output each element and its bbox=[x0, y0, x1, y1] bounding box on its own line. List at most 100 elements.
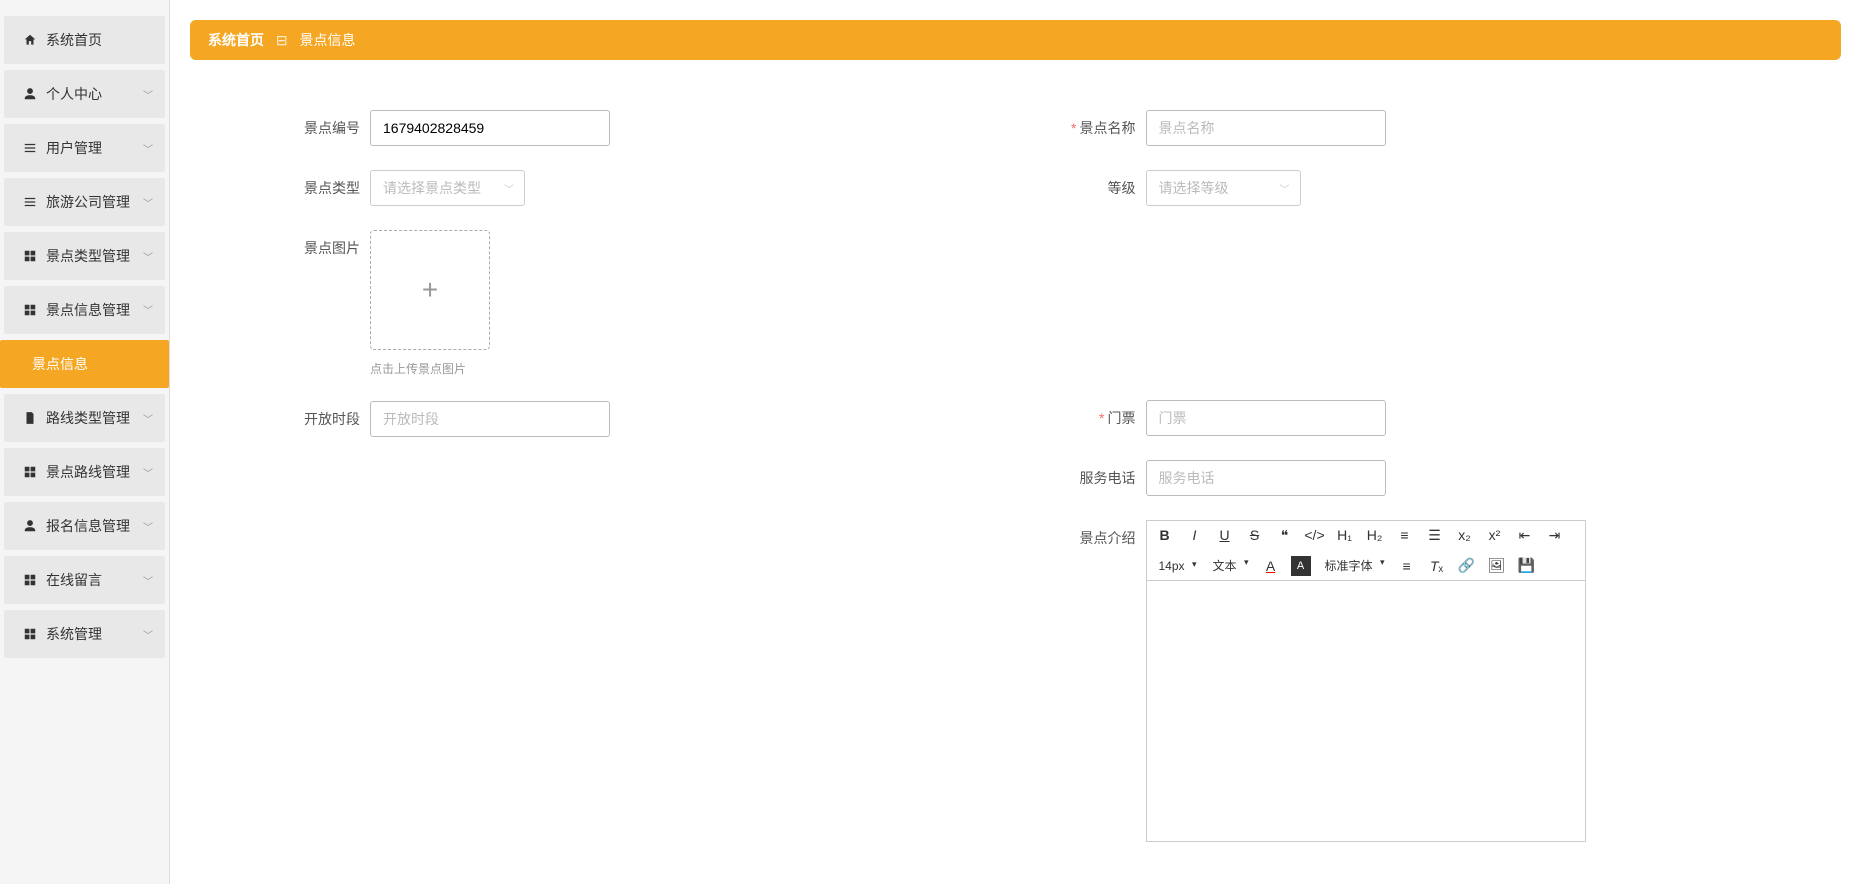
sidebar-item-label: 个人中心 bbox=[46, 84, 102, 104]
ticket-input[interactable] bbox=[1146, 400, 1386, 436]
sidebar-item-route-type-mgmt[interactable]: 路线类型管理 ﹀ bbox=[4, 394, 165, 442]
breadcrumb-current: 景点信息 bbox=[300, 32, 356, 48]
chevron-up-icon: ︿ bbox=[143, 303, 153, 318]
ticket-label: *门票 bbox=[1066, 400, 1146, 428]
strike-icon[interactable]: S bbox=[1245, 525, 1265, 545]
sidebar-item-label: 景点类型管理 bbox=[46, 246, 130, 266]
font-color-icon[interactable]: A bbox=[1261, 556, 1281, 576]
clear-format-icon[interactable]: Tₓ bbox=[1427, 556, 1447, 576]
upload-hint: 点击上传景点图片 bbox=[370, 360, 966, 377]
image-upload-box[interactable]: + bbox=[370, 230, 490, 350]
chevron-down-icon: ﹀ bbox=[504, 181, 514, 196]
user-icon bbox=[22, 518, 38, 534]
sidebar-item-label: 在线留言 bbox=[46, 570, 102, 590]
editor-body[interactable] bbox=[1147, 581, 1585, 841]
chevron-down-icon: ﹀ bbox=[143, 519, 153, 534]
format-select[interactable]: 文本 bbox=[1209, 555, 1251, 576]
font-size-select[interactable]: 14px bbox=[1155, 557, 1199, 575]
bold-icon[interactable]: B bbox=[1155, 525, 1175, 545]
intro-label: 景点介绍 bbox=[1066, 520, 1146, 548]
sidebar-item-label: 旅游公司管理 bbox=[46, 192, 130, 212]
save-icon[interactable]: 💾 bbox=[1517, 556, 1537, 576]
breadcrumb-sep: ⊟ bbox=[276, 32, 288, 48]
chevron-down-icon: ﹀ bbox=[143, 195, 153, 210]
list-icon bbox=[22, 140, 38, 156]
open-time-input[interactable] bbox=[370, 401, 610, 437]
ordered-list-icon[interactable]: ≡ bbox=[1395, 525, 1415, 545]
spot-type-placeholder: 请选择景点类型 bbox=[383, 178, 481, 198]
italic-icon[interactable]: I bbox=[1185, 525, 1205, 545]
breadcrumb: 系统首页 ⊟ 景点信息 bbox=[190, 20, 1841, 60]
h2-icon[interactable]: H₂ bbox=[1365, 525, 1385, 545]
main-content: 系统首页 ⊟ 景点信息 景点编号 景点类型 bbox=[170, 0, 1861, 884]
sidebar-item-signup-mgmt[interactable]: 报名信息管理 ﹀ bbox=[4, 502, 165, 550]
sidebar-item-user-mgmt[interactable]: 用户管理 ﹀ bbox=[4, 124, 165, 172]
chevron-down-icon: ﹀ bbox=[1280, 181, 1290, 196]
editor-toolbar: B I U S ❝ </> H₁ H₂ ≡ ☰ bbox=[1147, 521, 1585, 581]
spot-type-label: 景点类型 bbox=[290, 170, 370, 198]
sidebar-item-label: 路线类型管理 bbox=[46, 408, 130, 428]
spot-id-input[interactable] bbox=[370, 110, 610, 146]
font-family-select[interactable]: 标准字体 bbox=[1321, 555, 1387, 576]
chevron-down-icon: ﹀ bbox=[143, 249, 153, 264]
superscript-icon[interactable]: x² bbox=[1485, 525, 1505, 545]
sidebar-item-spot-route-mgmt[interactable]: 景点路线管理 ﹀ bbox=[4, 448, 165, 496]
grid-icon bbox=[22, 464, 38, 480]
indent-left-icon[interactable]: ⇤ bbox=[1515, 525, 1535, 545]
sidebar-item-spot-type-mgmt[interactable]: 景点类型管理 ﹀ bbox=[4, 232, 165, 280]
sidebar-item-label: 景点信息 bbox=[32, 354, 88, 374]
unordered-list-icon[interactable]: ☰ bbox=[1425, 525, 1445, 545]
spot-id-label: 景点编号 bbox=[290, 110, 370, 138]
sidebar-item-message[interactable]: 在线留言 ﹀ bbox=[4, 556, 165, 604]
sidebar-item-spot-info[interactable]: 景点信息 bbox=[0, 340, 169, 388]
subscript-icon[interactable]: x₂ bbox=[1455, 525, 1475, 545]
grid-icon bbox=[22, 302, 38, 318]
sidebar-item-home[interactable]: 系统首页 bbox=[4, 16, 165, 64]
image-icon[interactable]: 🖼 bbox=[1487, 556, 1507, 576]
level-label: 等级 bbox=[1066, 170, 1146, 198]
breadcrumb-home[interactable]: 系统首页 bbox=[208, 32, 264, 48]
spot-image-label: 景点图片 bbox=[290, 230, 370, 258]
open-time-label: 开放时段 bbox=[290, 401, 370, 429]
bg-color-icon[interactable]: A bbox=[1291, 556, 1311, 576]
sidebar-item-label: 报名信息管理 bbox=[46, 516, 130, 536]
h1-icon[interactable]: H₁ bbox=[1335, 525, 1355, 545]
chevron-down-icon: ﹀ bbox=[143, 87, 153, 102]
sidebar-item-label: 景点信息管理 bbox=[46, 300, 130, 320]
spot-name-input[interactable] bbox=[1146, 110, 1386, 146]
grid-icon bbox=[22, 572, 38, 588]
sidebar: 系统首页 个人中心 ﹀ 用户管理 ﹀ 旅游公司管理 ﹀ 景点类型管理 ﹀ 景点信… bbox=[0, 0, 170, 884]
level-select[interactable]: 请选择等级 ﹀ bbox=[1146, 170, 1301, 206]
grid-icon bbox=[22, 626, 38, 642]
chevron-down-icon: ﹀ bbox=[143, 411, 153, 426]
plus-icon: + bbox=[422, 274, 438, 306]
phone-label: 服务电话 bbox=[1066, 460, 1146, 488]
sidebar-item-label: 用户管理 bbox=[46, 138, 102, 158]
list-icon bbox=[22, 194, 38, 210]
sidebar-item-personal[interactable]: 个人中心 ﹀ bbox=[4, 70, 165, 118]
quote-icon[interactable]: ❝ bbox=[1275, 525, 1295, 545]
sidebar-item-company-mgmt[interactable]: 旅游公司管理 ﹀ bbox=[4, 178, 165, 226]
sidebar-item-label: 系统管理 bbox=[46, 624, 102, 644]
sidebar-item-system-mgmt[interactable]: 系统管理 ﹀ bbox=[4, 610, 165, 658]
spot-name-label: *景点名称 bbox=[1066, 110, 1146, 138]
chevron-down-icon: ﹀ bbox=[143, 573, 153, 588]
rich-text-editor: B I U S ❝ </> H₁ H₂ ≡ ☰ bbox=[1146, 520, 1586, 842]
sidebar-item-spot-info-mgmt[interactable]: 景点信息管理 ︿ bbox=[4, 286, 165, 334]
level-placeholder: 请选择等级 bbox=[1159, 178, 1229, 198]
sidebar-item-label: 系统首页 bbox=[46, 30, 102, 50]
sidebar-item-label: 景点路线管理 bbox=[46, 462, 130, 482]
align-icon[interactable]: ≡ bbox=[1397, 556, 1417, 576]
chevron-down-icon: ﹀ bbox=[143, 465, 153, 480]
chevron-down-icon: ﹀ bbox=[143, 141, 153, 156]
chevron-down-icon: ﹀ bbox=[143, 627, 153, 642]
home-icon bbox=[22, 32, 38, 48]
indent-right-icon[interactable]: ⇥ bbox=[1545, 525, 1565, 545]
link-icon[interactable]: 🔗 bbox=[1457, 556, 1477, 576]
user-icon bbox=[22, 86, 38, 102]
spot-type-select[interactable]: 请选择景点类型 ﹀ bbox=[370, 170, 525, 206]
grid-icon bbox=[22, 248, 38, 264]
underline-icon[interactable]: U bbox=[1215, 525, 1235, 545]
phone-input[interactable] bbox=[1146, 460, 1386, 496]
code-icon[interactable]: </> bbox=[1305, 525, 1325, 545]
